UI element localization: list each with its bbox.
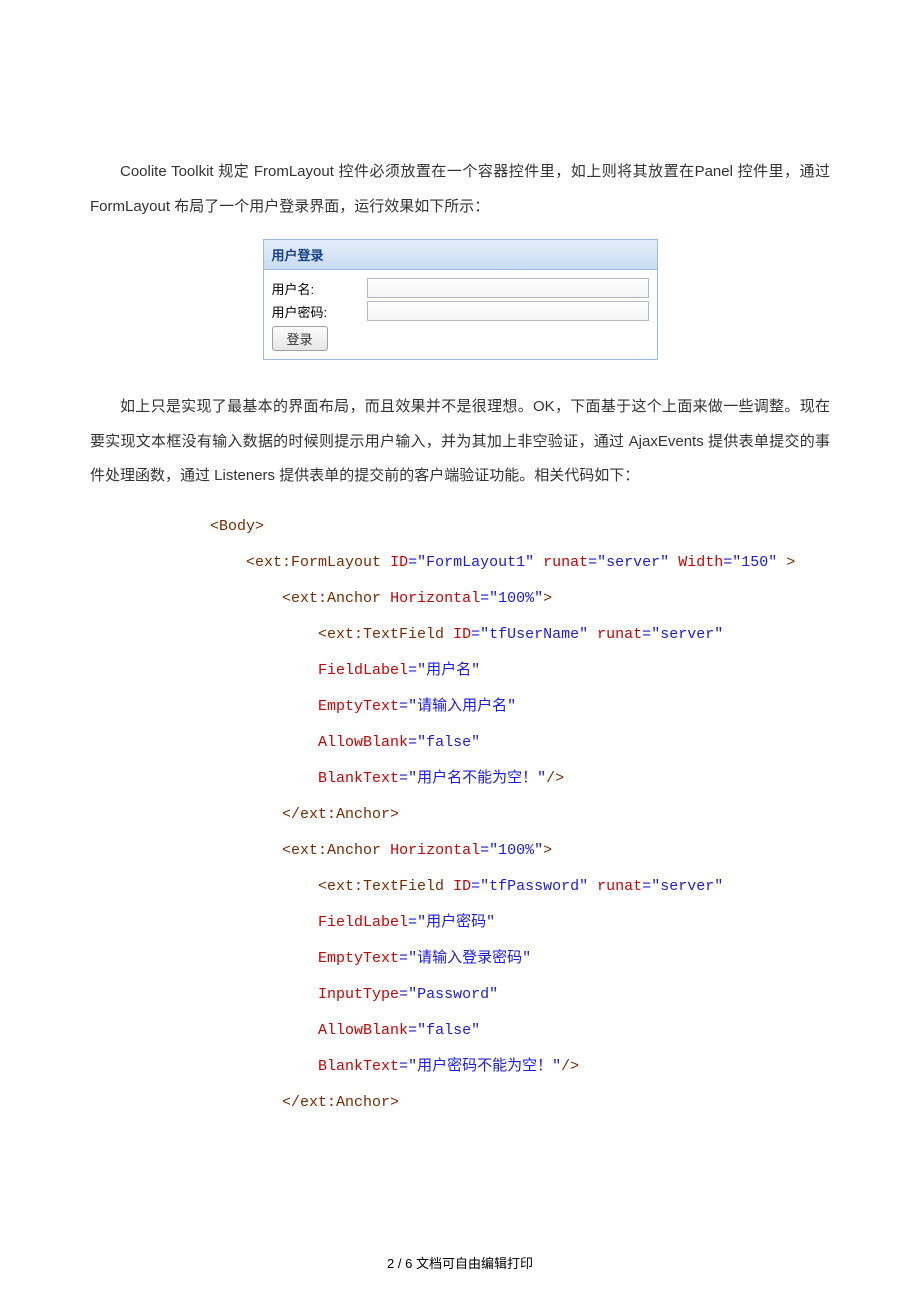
password-input[interactable] <box>367 301 649 321</box>
page-footer: 2 / 6 文档可自由编辑打印 <box>0 1253 920 1272</box>
paragraph-1: Coolite Toolkit 规定 FromLayout 控件必须放置在一个容… <box>90 155 830 224</box>
username-input[interactable] <box>367 278 649 298</box>
login-screenshot: 用户登录 用户名: 用户密码: 登录 <box>263 239 658 360</box>
login-panel: 用户登录 用户名: 用户密码: 登录 <box>263 239 658 360</box>
password-row: 用户密码: <box>272 301 649 321</box>
password-label: 用户密码: <box>272 302 367 321</box>
code-block: <Body> <ext:FormLayout ID="FormLayout1" … <box>210 509 830 1121</box>
panel-title: 用户登录 <box>264 240 657 270</box>
username-label: 用户名: <box>272 279 367 298</box>
paragraph-2: 如上只是实现了最基本的界面布局，而且效果并不是很理想。OK，下面基于这个上面来做… <box>90 390 830 494</box>
username-row: 用户名: <box>272 278 649 298</box>
document-page: Coolite Toolkit 规定 FromLayout 控件必须放置在一个容… <box>0 0 920 1302</box>
panel-body: 用户名: 用户密码: 登录 <box>264 270 657 359</box>
login-button[interactable]: 登录 <box>272 326 328 351</box>
code-line: <Body> <box>210 518 264 535</box>
button-row: 登录 <box>272 326 649 351</box>
